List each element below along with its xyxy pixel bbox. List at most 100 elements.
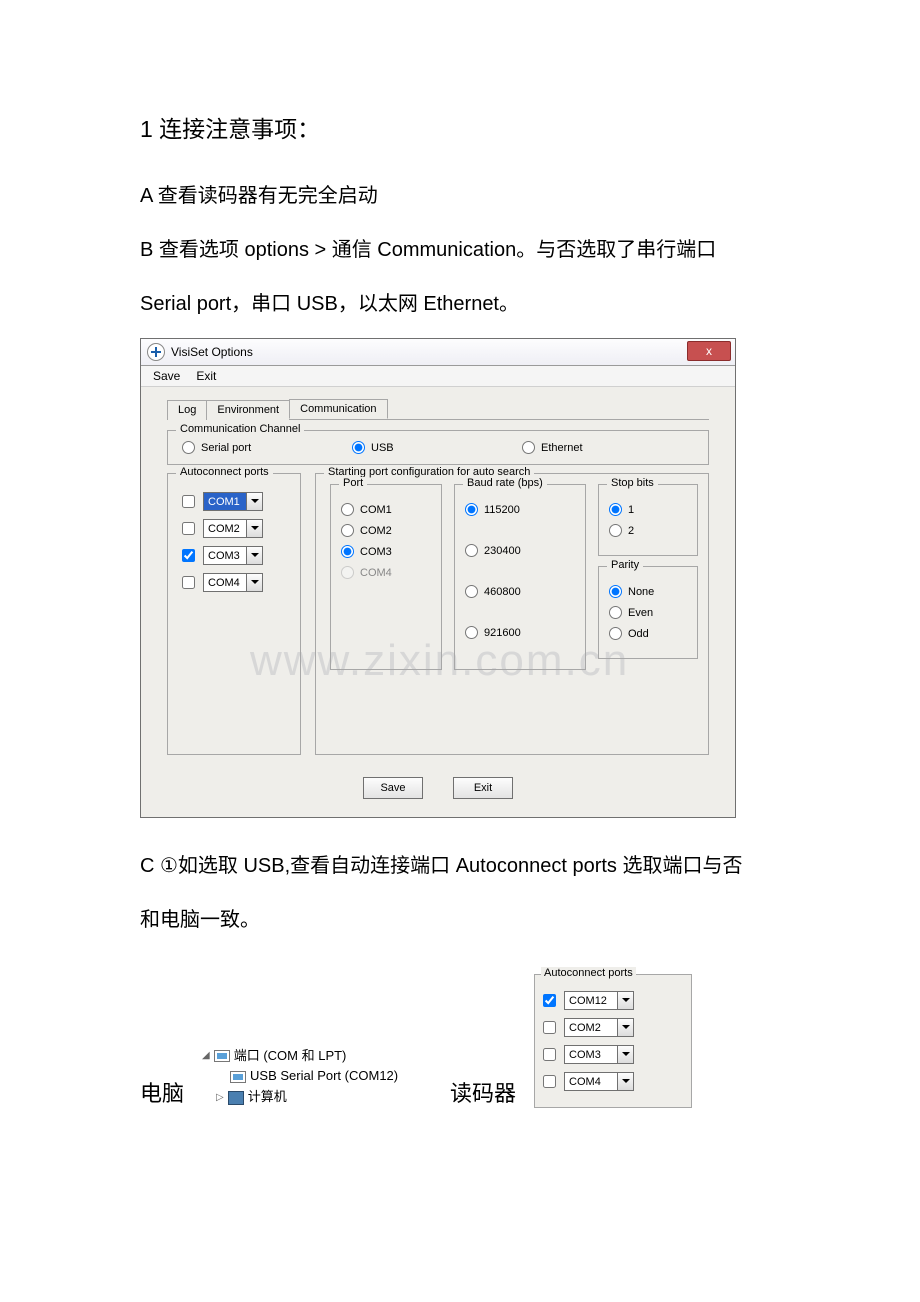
computer-icon <box>228 1091 244 1105</box>
autoport-value-2: COM2 <box>204 523 246 535</box>
auto2-check-4[interactable] <box>543 1075 556 1088</box>
port-icon <box>230 1071 246 1083</box>
radio-parity-odd[interactable]: Odd <box>609 627 687 640</box>
group-comm-channel: Communication Channel Serial port USB Et… <box>167 430 709 465</box>
group-stop-bits: Stop bits 1 2 <box>598 484 698 556</box>
auto2-combo-3[interactable]: COM3 <box>564 1045 634 1064</box>
label-reader: 读码器 <box>450 1076 516 1108</box>
radio-stop-1[interactable]: 1 <box>609 503 687 516</box>
auto2-combo-4[interactable]: COM4 <box>564 1072 634 1091</box>
autoport-combo-1[interactable]: COM1 <box>203 492 263 511</box>
auto2-combo-2[interactable]: COM2 <box>564 1018 634 1037</box>
autoport-check-3[interactable] <box>182 549 195 562</box>
chevron-down-icon[interactable] <box>617 1019 633 1036</box>
legend-parity: Parity <box>607 559 643 571</box>
auto2-combo-1[interactable]: COM12 <box>564 991 634 1010</box>
autoport-combo-3[interactable]: COM3 <box>203 546 263 565</box>
legend-baud: Baud rate (bps) <box>463 477 547 489</box>
radio-com2-label: COM2 <box>360 525 392 537</box>
chevron-down-icon[interactable] <box>617 1046 633 1063</box>
tab-log[interactable]: Log <box>167 400 207 420</box>
radio-com1-label: COM1 <box>360 504 392 516</box>
app-icon <box>147 343 165 361</box>
chevron-down-icon[interactable] <box>246 520 262 537</box>
autoport-combo-2[interactable]: COM2 <box>203 519 263 538</box>
autoport-row-4: COM4 <box>182 573 290 592</box>
legend-autoconnect-2: Autoconnect ports <box>541 967 636 979</box>
radio-usb-label: USB <box>371 442 394 454</box>
close-button[interactable]: x <box>687 341 731 361</box>
titlebar[interactable]: VisiSet Options x <box>141 339 735 366</box>
tree-ports-node[interactable]: ◢ 端口 (COM 和 LPT) <box>202 1046 432 1067</box>
chevron-down-icon[interactable] <box>246 493 262 510</box>
autoport-value-4: COM4 <box>204 577 246 589</box>
menu-save[interactable]: Save <box>145 367 188 385</box>
radio-usb[interactable]: USB <box>352 441 522 454</box>
auto2-value-4: COM4 <box>565 1076 617 1088</box>
legend-comm-channel: Communication Channel <box>176 423 304 435</box>
autoport-check-4[interactable] <box>182 576 195 589</box>
radio-921600[interactable]: 921600 <box>465 626 575 639</box>
chevron-down-icon[interactable] <box>617 1073 633 1090</box>
autoport-row-1: COM1 <box>182 492 290 511</box>
radio-ethernet[interactable]: Ethernet <box>522 441 692 454</box>
radio-921600-label: 921600 <box>484 627 521 639</box>
group-starting-config: Starting port configuration for auto sea… <box>315 473 709 755</box>
auto2-row-3: COM3 <box>543 1045 683 1064</box>
radio-com4-label: COM4 <box>360 567 392 579</box>
para-c-1: C ①如选取 USB,查看自动连接端口 Autoconnect ports 选取… <box>140 842 785 890</box>
tab-environment[interactable]: Environment <box>206 400 290 420</box>
auto2-value-2: COM2 <box>565 1022 617 1034</box>
radio-com2[interactable]: COM2 <box>341 524 431 537</box>
radio-stop-2-label: 2 <box>628 525 634 537</box>
auto2-check-3[interactable] <box>543 1048 556 1061</box>
radio-115200-label: 115200 <box>484 504 520 516</box>
group-parity: Parity None Even Odd <box>598 566 698 659</box>
para-b-2: Serial port，串口 USB，以太网 Ethernet。 <box>140 280 785 328</box>
autoport-row-2: COM2 <box>182 519 290 538</box>
auto2-value-1: COM12 <box>565 995 617 1007</box>
autoport-row-3: COM3 <box>182 546 290 565</box>
chevron-down-icon[interactable] <box>246 547 262 564</box>
radio-115200[interactable]: 115200 <box>465 503 575 516</box>
group-autoconnect-ports: Autoconnect ports COM1 COM2 COM3 <box>167 473 301 755</box>
radio-230400[interactable]: 230400 <box>465 544 575 557</box>
radio-com3[interactable]: COM3 <box>341 545 431 558</box>
radio-parity-odd-label: Odd <box>628 628 649 640</box>
auto2-value-3: COM3 <box>565 1049 617 1061</box>
collapse-icon: ◢ <box>202 1048 210 1064</box>
tab-communication[interactable]: Communication <box>289 399 387 419</box>
radio-460800[interactable]: 460800 <box>465 585 575 598</box>
para-b-1: B 查看选项 options > 通信 Communication。与否选取了串… <box>140 226 785 274</box>
auto2-check-2[interactable] <box>543 1021 556 1034</box>
chevron-down-icon[interactable] <box>246 574 262 591</box>
autoport-check-2[interactable] <box>182 522 195 535</box>
auto2-row-1: COM12 <box>543 991 683 1010</box>
radio-serial-port[interactable]: Serial port <box>182 441 352 454</box>
autoport-combo-4[interactable]: COM4 <box>203 573 263 592</box>
radio-stop-2[interactable]: 2 <box>609 524 687 537</box>
port-icon <box>214 1050 230 1062</box>
tree-usb-label: USB Serial Port (COM12) <box>250 1066 398 1087</box>
radio-com3-label: COM3 <box>360 546 392 558</box>
auto2-check-1[interactable] <box>543 994 556 1007</box>
tree-computer-node[interactable]: ▷ 计算机 <box>216 1087 432 1108</box>
save-button[interactable]: Save <box>363 777 423 799</box>
autoport-check-1[interactable] <box>182 495 195 508</box>
legend-autoconnect: Autoconnect ports <box>176 466 273 478</box>
radio-com1[interactable]: COM1 <box>341 503 431 516</box>
tree-computer-label: 计算机 <box>248 1087 287 1108</box>
menu-exit[interactable]: Exit <box>188 367 224 385</box>
menubar: Save Exit <box>141 366 735 387</box>
radio-parity-even-label: Even <box>628 607 653 619</box>
group-autoconnect-ports-2: Autoconnect ports COM12 COM2 COM3 COM4 <box>534 974 692 1108</box>
legend-stop-bits: Stop bits <box>607 477 658 489</box>
exit-button[interactable]: Exit <box>453 777 513 799</box>
device-tree: ◢ 端口 (COM 和 LPT) USB Serial Port (COM12)… <box>202 1046 432 1108</box>
radio-parity-even[interactable]: Even <box>609 606 687 619</box>
radio-parity-none[interactable]: None <box>609 585 687 598</box>
chevron-down-icon[interactable] <box>617 992 633 1009</box>
tree-usb-serial-node[interactable]: USB Serial Port (COM12) <box>230 1066 432 1087</box>
legend-port: Port <box>339 477 367 489</box>
tab-bar: Log Environment Communication <box>167 399 709 420</box>
